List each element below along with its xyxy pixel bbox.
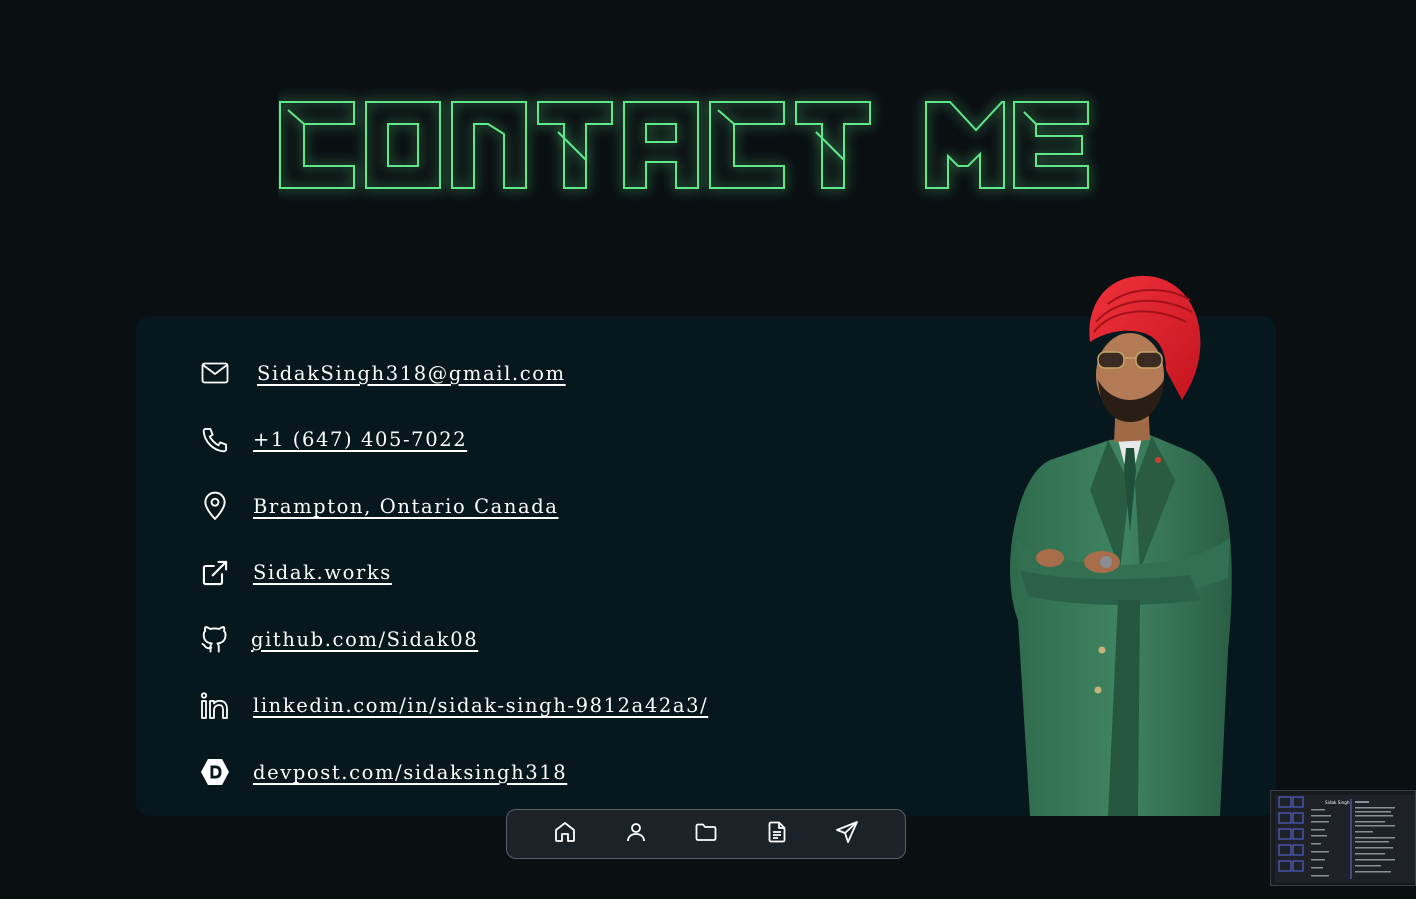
mail-icon	[200, 358, 230, 388]
contact-item-email: SidakSingh318@gmail.com	[200, 340, 840, 407]
home-icon	[553, 820, 577, 848]
map-pin-icon	[200, 491, 230, 521]
dock-about-button[interactable]	[600, 810, 671, 858]
linkedin-icon	[200, 691, 230, 721]
devpost-icon	[200, 757, 230, 787]
github-icon	[200, 624, 230, 654]
dock-contact-button[interactable]	[812, 810, 883, 858]
website-link[interactable]: Sidak.works	[253, 561, 392, 584]
document-icon	[765, 820, 789, 848]
page-preview-thumbnail[interactable]: Sidak Singh	[1270, 790, 1416, 886]
contact-item-website: Sidak.works	[200, 540, 840, 607]
phone-icon	[200, 425, 230, 455]
bottom-dock	[506, 809, 906, 859]
email-link[interactable]: SidakSingh318@gmail.com	[257, 362, 566, 385]
contact-item-linkedin: linkedin.com/in/sidak-singh-9812a42a3/	[200, 673, 840, 740]
user-icon	[624, 820, 648, 848]
phone-link[interactable]: +1 (647) 405-7022	[253, 428, 467, 451]
page-title	[0, 80, 1416, 220]
contact-item-github: github.com/Sidak08	[200, 606, 840, 673]
contact-me-title-art	[279, 101, 1089, 189]
external-link-icon	[200, 558, 230, 588]
folder-icon	[694, 820, 718, 848]
thumbnail-heading: Sidak Singh	[1325, 800, 1350, 805]
contact-list: SidakSingh318@gmail.com +1 (647) 405-702…	[200, 340, 840, 806]
dock-projects-button[interactable]	[671, 810, 742, 858]
devpost-link[interactable]: devpost.com/sidaksingh318	[253, 761, 567, 784]
contact-item-location: Brampton, Ontario Canada	[200, 473, 840, 540]
profile-photo	[990, 270, 1250, 816]
contact-page: SidakSingh318@gmail.com +1 (647) 405-702…	[0, 0, 1416, 899]
contact-item-devpost: devpost.com/sidaksingh318	[200, 739, 840, 806]
contact-item-phone: +1 (647) 405-7022	[200, 407, 840, 474]
location-link[interactable]: Brampton, Ontario Canada	[253, 495, 559, 518]
dock-home-button[interactable]	[530, 810, 601, 858]
github-link[interactable]: github.com/Sidak08	[251, 628, 478, 651]
linkedin-link[interactable]: linkedin.com/in/sidak-singh-9812a42a3/	[253, 694, 708, 717]
dock-resume-button[interactable]	[741, 810, 812, 858]
send-icon	[835, 820, 859, 848]
